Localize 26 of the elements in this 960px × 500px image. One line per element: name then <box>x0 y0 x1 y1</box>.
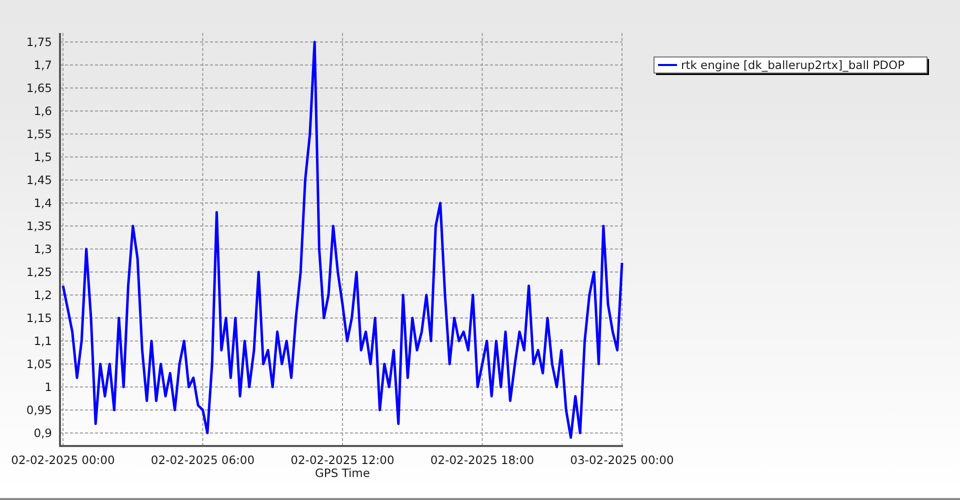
axis-tick-label: 02-02-2025 12:00 <box>290 453 394 467</box>
axis-tick-label: 1,7 <box>34 58 52 72</box>
axis-tick-label: 1,55 <box>26 127 52 141</box>
legend-label: rtk engine [dk_ballerup2rtx]_ball PDOP <box>681 58 905 72</box>
axis-tick-label: 02-02-2025 18:00 <box>430 453 534 467</box>
axis-tick-label: 1,35 <box>26 219 52 233</box>
axis-tick-label: 1,25 <box>26 265 52 279</box>
axis-tick-label: 1,4 <box>34 196 52 210</box>
axis-tick-label: 0,95 <box>26 403 52 417</box>
axis-tick-label: 1,5 <box>34 150 52 164</box>
axis-tick-label: 1,1 <box>34 334 52 348</box>
axis-tick-label: 03-02-2025 00:00 <box>570 453 674 467</box>
axis-tick-label: 1,6 <box>34 104 52 118</box>
axis-tick-label: 02-02-2025 00:00 <box>11 453 115 467</box>
axis-tick-label: 1,65 <box>26 81 52 95</box>
axis-tick-label: 1 <box>44 380 52 394</box>
axis-tick-label: 1,45 <box>26 173 52 187</box>
axis-tick-label: 1,15 <box>26 311 52 325</box>
axis-tick-label: 1,2 <box>34 288 52 302</box>
axis-tick-label: 1,05 <box>26 357 52 371</box>
legend: rtk engine [dk_ballerup2rtx]_ball PDOP <box>654 56 929 75</box>
axis-tick-label: 02-02-2025 06:00 <box>150 453 255 467</box>
axis-tick-label: 0,9 <box>34 426 52 440</box>
axis-tick-label: 1,75 <box>26 35 52 49</box>
axis-tick-label: 1,3 <box>34 242 52 256</box>
axis-title: GPS Time <box>315 466 370 480</box>
